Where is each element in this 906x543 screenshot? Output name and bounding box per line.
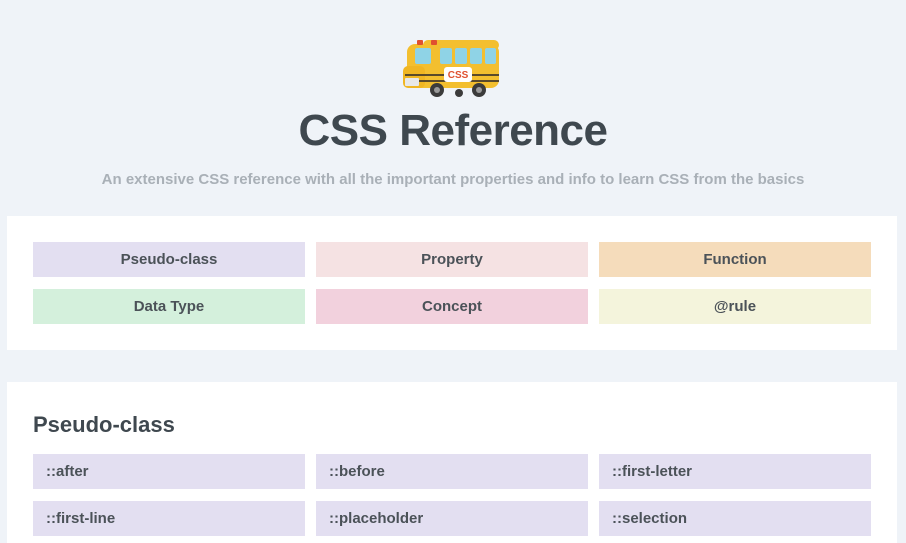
entry-label: ::placeholder (329, 510, 424, 527)
logo-badge-text: CSS (448, 70, 469, 81)
legend-label: Pseudo-class (120, 251, 218, 268)
hero: CSS CSS Reference An extensive CSS refer… (0, 0, 906, 216)
legend-label: Concept (422, 298, 482, 315)
page-subtitle: An extensive CSS reference with all the … (101, 171, 805, 188)
legend-function[interactable]: Function (599, 242, 871, 277)
legend-property[interactable]: Property (316, 242, 588, 277)
legend-label: Data Type (133, 298, 205, 315)
entry-before[interactable]: ::before (316, 454, 588, 489)
entry-placeholder[interactable]: ::placeholder (316, 501, 588, 536)
legend-panel: Pseudo-class Property Function Data Type… (7, 216, 897, 350)
entry-first-line[interactable]: ::first-line (33, 501, 305, 536)
legend-at-rule[interactable]: @rule (599, 289, 871, 324)
legend-data-type[interactable]: Data Type (33, 289, 305, 324)
entry-first-letter[interactable]: ::first-letter (599, 454, 871, 489)
school-bus-icon: CSS (403, 40, 499, 97)
legend-label: @rule (713, 298, 757, 315)
legend-pseudo-class[interactable]: Pseudo-class (33, 242, 305, 277)
section-title: Pseudo-class (33, 412, 175, 437)
legend-concept[interactable]: Concept (316, 289, 588, 324)
entry-label: ::selection (612, 510, 688, 527)
entry-label: ::after (46, 463, 89, 480)
entry-after[interactable]: ::after (33, 454, 305, 489)
entry-label: ::first-line (46, 510, 116, 527)
page-title: CSS Reference (298, 106, 608, 155)
legend-label: Function (703, 251, 767, 268)
entry-selection[interactable]: ::selection (599, 501, 871, 536)
pseudo-class-section: Pseudo-class ::after ::before ::first-le… (7, 382, 897, 543)
entry-label: ::first-letter (612, 463, 693, 480)
legend-label: Property (421, 251, 483, 268)
entry-label: ::before (329, 463, 385, 480)
